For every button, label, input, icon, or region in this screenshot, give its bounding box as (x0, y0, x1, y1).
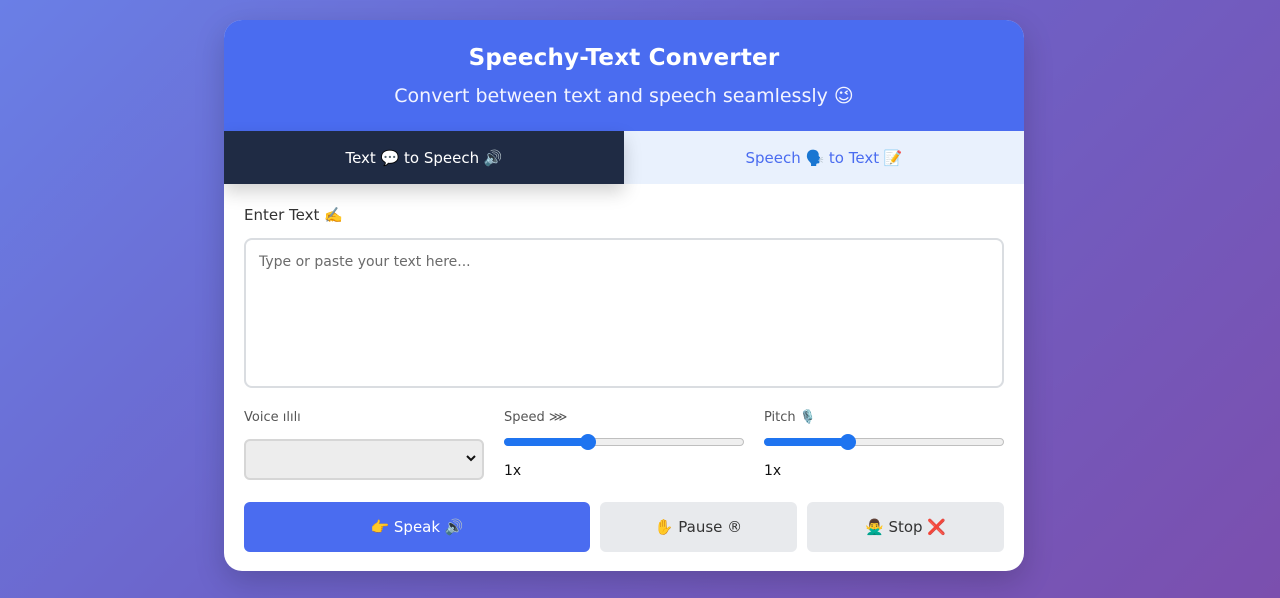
tab-text-to-speech[interactable]: Text 💬 to Speech 🔊 (224, 131, 624, 184)
header: Speechy-Text Converter Convert between t… (224, 20, 1024, 131)
pitch-slider-fill (764, 438, 848, 446)
page-title: Speechy-Text Converter (468, 45, 780, 71)
converter-card: Speechy-Text Converter Convert between t… (224, 20, 1024, 571)
pitch-slider-thumb[interactable] (840, 434, 856, 450)
speed-control: Speed ⋙ 1x (504, 410, 744, 480)
voice-label: Voice ılılı (244, 410, 301, 425)
stop-button[interactable]: 🙅‍♂️ Stop ❌ (807, 502, 1004, 552)
speed-value: 1x (504, 463, 522, 479)
chevron-down-icon (466, 455, 476, 462)
speed-slider-thumb[interactable] (580, 434, 596, 450)
pitch-slider[interactable] (764, 434, 1004, 450)
voice-control: Voice ılılı (244, 410, 484, 480)
speak-button[interactable]: 👉 Speak 🔊 (244, 502, 590, 552)
pitch-value: 1x (764, 463, 782, 479)
speed-slider-fill (504, 438, 588, 446)
pitch-control: Pitch 🎙️ 1x (764, 410, 1004, 480)
text-input-label: Enter Text ✍️ (244, 206, 343, 224)
voice-controls: Voice ılılı Speed ⋙ 1x Pitch 🎙️ 1x (244, 410, 1004, 480)
voice-select[interactable] (244, 439, 484, 480)
pause-button[interactable]: ✋ Pause ® (600, 502, 797, 552)
text-to-speech-panel: Enter Text ✍️ Voice ılılı Speed ⋙ (224, 184, 1024, 552)
speed-label: Speed ⋙ (504, 410, 568, 425)
page-subtitle: Convert between text and speech seamless… (394, 85, 854, 107)
mode-tabs: Text 💬 to Speech 🔊 Speech 🗣️ to Text 📝 (224, 131, 1024, 184)
tab-speech-to-text[interactable]: Speech 🗣️ to Text 📝 (624, 131, 1024, 184)
pitch-label: Pitch 🎙️ (764, 410, 816, 425)
playback-buttons: 👉 Speak 🔊 ✋ Pause ® 🙅‍♂️ Stop ❌ (244, 502, 1004, 552)
text-input[interactable] (244, 238, 1004, 388)
speed-slider[interactable] (504, 434, 744, 450)
